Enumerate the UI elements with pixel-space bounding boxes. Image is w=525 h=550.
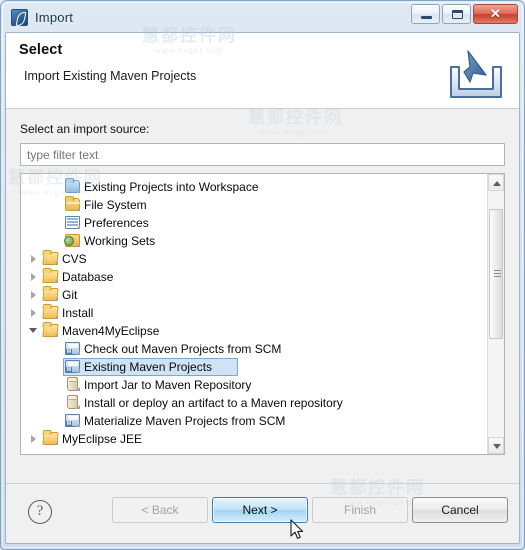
tree-twisty-spacer [27, 394, 41, 412]
tree-expand-arrow-closed-icon[interactable] [27, 250, 41, 268]
maven-project-icon [63, 340, 83, 358]
filter-input[interactable] [20, 143, 505, 166]
tree-vertical-scrollbar[interactable] [487, 174, 504, 454]
help-icon[interactable]: ? [28, 500, 52, 524]
tree-item[interactable]: CVS [21, 250, 487, 268]
tree-item[interactable]: Git [21, 286, 487, 304]
tree-twisty-spacer [27, 412, 41, 430]
tree-item-label: Existing Maven Projects [84, 360, 213, 374]
tree-item-label: Existing Projects into Workspace [84, 180, 259, 194]
working-sets-icon [63, 232, 83, 250]
tree-twisty-spacer [27, 232, 41, 250]
scroll-down-icon[interactable] [488, 437, 504, 454]
close-icon: ✕ [490, 6, 501, 21]
import-wizard-icon [11, 8, 28, 26]
tree-expand-arrow-closed-icon[interactable] [27, 268, 41, 286]
window-controls: ✕ [411, 4, 518, 24]
wizard-banner: Select Import Existing Maven Projects [6, 33, 519, 109]
maximize-icon [452, 10, 463, 19]
import-arrow-icon [450, 50, 502, 98]
tree-twisty-spacer [27, 340, 41, 358]
folder-icon [63, 196, 83, 214]
tree-expand-arrow-closed-icon[interactable] [27, 286, 41, 304]
tree-item-label: Git [62, 288, 78, 302]
tree-item[interactable]: Check out Maven Projects from SCM [21, 340, 487, 358]
folder-open-icon [41, 304, 61, 322]
back-button[interactable]: < Back [112, 497, 208, 523]
tree-twisty-spacer [27, 178, 41, 196]
page-title: Select [19, 42, 63, 58]
tree-item[interactable]: Import Jar to Maven Repository [21, 376, 487, 394]
tree-item-label: Check out Maven Projects from SCM [84, 342, 282, 356]
tree-item-label: Materialize Maven Projects from SCM [84, 414, 286, 428]
tree-item-label: CVS [62, 252, 87, 266]
dialog-body: Select Import Existing Maven Projects Se… [5, 32, 520, 544]
maven-project-icon [63, 412, 83, 430]
tree-item[interactable]: Working Sets [21, 232, 487, 250]
wizard-buttons: < Back Next > Finish Cancel [112, 497, 508, 523]
title-bar[interactable]: Import ✕ [5, 2, 520, 32]
folder-open-icon [41, 322, 61, 340]
tree-item-label: Working Sets [84, 234, 156, 248]
tree-item-label: Preferences [84, 216, 149, 230]
tree-expand-arrow-closed-icon[interactable] [27, 430, 41, 448]
minimize-icon [421, 16, 432, 19]
minimize-button[interactable] [411, 4, 440, 24]
tree-item[interactable]: Existing Projects into Workspace [21, 178, 487, 196]
tree-item-label: Install or deploy an artifact to a Maven… [84, 396, 343, 410]
tree-item-label: Database [62, 270, 114, 284]
project-folder-icon [63, 178, 83, 196]
cancel-button[interactable]: Cancel [412, 497, 508, 523]
preferences-icon [63, 214, 83, 232]
finish-button[interactable]: Finish [312, 497, 408, 523]
tree-item[interactable]: Install [21, 304, 487, 322]
maven-project-icon [63, 358, 83, 376]
scroll-up-icon[interactable] [488, 174, 504, 191]
tree-item[interactable]: Preferences [21, 214, 487, 232]
tree-item-label: Install [62, 306, 94, 320]
tree-item[interactable]: Maven4MyEclipse [21, 322, 487, 340]
tree-item-label: File System [84, 198, 147, 212]
window-title: Import [35, 9, 74, 25]
tree-twisty-spacer [27, 376, 41, 394]
tree-body[interactable]: Existing Projects into Workspace File Sys… [21, 174, 487, 454]
folder-open-icon [41, 250, 61, 268]
folder-open-icon [41, 286, 61, 304]
tree-twisty-spacer [27, 214, 41, 232]
tree-item[interactable]: Database [21, 268, 487, 286]
tree-item[interactable]: File System [21, 196, 487, 214]
tree-item-label: MyEclipse JEE [62, 432, 143, 446]
tree-twisty-spacer [27, 358, 41, 376]
tree-expand-arrow-closed-icon[interactable] [27, 304, 41, 322]
tree-expand-arrow-open-icon[interactable] [27, 322, 41, 340]
jar-icon [63, 394, 83, 412]
close-button[interactable]: ✕ [473, 4, 518, 24]
scrollbar-thumb[interactable] [489, 209, 503, 339]
import-dialog-window: Import ✕ Select Import Existing Maven Pr… [0, 0, 525, 550]
next-button[interactable]: Next > [212, 497, 308, 523]
tree-item[interactable]: MyEclipse JEE [21, 430, 487, 448]
import-source-tree[interactable]: Existing Projects into Workspace File Sys… [20, 173, 505, 455]
dialog-footer: ? < Back Next > Finish Cancel [6, 483, 519, 543]
tree-item[interactable]: Existing Maven Projects [21, 358, 487, 376]
jar-icon [63, 376, 83, 394]
folder-open-icon [41, 268, 61, 286]
page-subtitle: Import Existing Maven Projects [24, 69, 197, 83]
maximize-button[interactable] [442, 4, 471, 24]
folder-open-icon [41, 430, 61, 448]
tree-item[interactable]: Install or deploy an artifact to a Maven… [21, 394, 487, 412]
tree-item-label: Maven4MyEclipse [62, 324, 160, 338]
tree-twisty-spacer [27, 196, 41, 214]
content-area: Select an import source: Existing Projec… [6, 109, 519, 483]
import-source-label: Select an import source: [20, 122, 150, 136]
scrollbar-track[interactable] [488, 191, 504, 437]
tree-item[interactable]: Materialize Maven Projects from SCM [21, 412, 487, 430]
tree-item-label: Import Jar to Maven Repository [84, 378, 252, 392]
